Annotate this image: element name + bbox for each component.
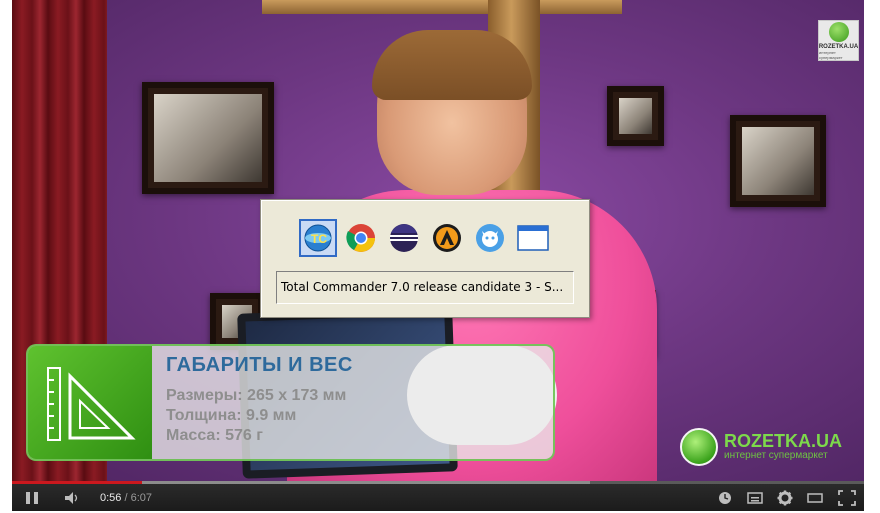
spec-thickness: Толщина: 9.9 мм bbox=[166, 407, 297, 424]
switcher-item-aimp[interactable] bbox=[428, 219, 466, 257]
switcher-item-chrome[interactable] bbox=[342, 219, 380, 257]
window-icon bbox=[517, 225, 549, 251]
pause-button[interactable] bbox=[12, 484, 52, 511]
gear-icon bbox=[777, 490, 793, 505]
captions-icon bbox=[747, 491, 763, 504]
switcher-item-total-commander[interactable]: TC bbox=[299, 219, 337, 257]
banner-icon-panel bbox=[28, 346, 152, 459]
switcher-item-eclipse[interactable] bbox=[385, 219, 423, 257]
specs-banner: ГАБАРИТЫ И ВЕС Размеры: 265 х 173 мм Тол… bbox=[26, 344, 555, 461]
player-controls: 0:56 / 6:07 bbox=[12, 484, 864, 511]
rozetka-mascot-icon bbox=[680, 428, 718, 466]
eclipse-icon bbox=[390, 224, 418, 252]
wooden-beam bbox=[262, 0, 622, 14]
channel-watermark[interactable]: ROZETKA.UA интернет супермаркет bbox=[818, 20, 859, 61]
captions-button[interactable] bbox=[740, 484, 770, 511]
task-switcher: TC Total Commander 7.0 release candidate… bbox=[260, 199, 590, 318]
settings-button[interactable] bbox=[770, 484, 800, 511]
watermark-tagline: интернет супермаркет bbox=[819, 49, 843, 60]
duration: 6:07 bbox=[130, 491, 153, 504]
theater-mode-icon bbox=[807, 492, 823, 503]
banner-title: ГАБАРИТЫ И ВЕС bbox=[166, 354, 353, 376]
presenter-hair bbox=[372, 30, 532, 100]
fullscreen-icon bbox=[838, 489, 856, 506]
switcher-window-title: Total Commander 7.0 release candidate 3 … bbox=[276, 271, 574, 304]
current-time: 0:56 bbox=[100, 491, 122, 504]
watch-later-button[interactable] bbox=[710, 484, 740, 511]
switcher-item-window[interactable] bbox=[514, 219, 552, 257]
aimp-icon bbox=[433, 224, 461, 252]
wall-photo bbox=[607, 86, 664, 146]
switcher-item-owl-app[interactable] bbox=[471, 219, 509, 257]
spec-weight: Масса: 576 г bbox=[166, 427, 263, 444]
rozetka-mascot-icon bbox=[828, 21, 849, 42]
theater-mode-button[interactable] bbox=[800, 484, 830, 511]
owl-app-icon bbox=[476, 224, 504, 252]
spec-size: Размеры: 265 х 173 мм bbox=[166, 387, 347, 404]
time-display: 0:56 / 6:07 bbox=[100, 492, 152, 504]
ruler-triangle-icon bbox=[47, 367, 136, 441]
time-separator: / bbox=[121, 491, 131, 504]
pause-icon bbox=[26, 491, 38, 504]
fullscreen-button[interactable] bbox=[830, 484, 864, 511]
logo-tagline: интернет супермаркет bbox=[724, 450, 828, 461]
chrome-icon bbox=[346, 224, 375, 252]
volume-icon bbox=[65, 491, 78, 504]
total-commander-icon: TC bbox=[304, 224, 332, 252]
wall-portrait bbox=[142, 82, 274, 194]
volume-button[interactable] bbox=[52, 484, 92, 511]
rozetka-logo: ROZETKA.UA интернет супермаркет bbox=[680, 428, 842, 466]
logo-name: ROZETKA.UA bbox=[724, 431, 842, 451]
svg-text:TC: TC bbox=[311, 232, 327, 246]
wall-photo bbox=[730, 115, 826, 207]
clock-icon bbox=[719, 491, 731, 504]
